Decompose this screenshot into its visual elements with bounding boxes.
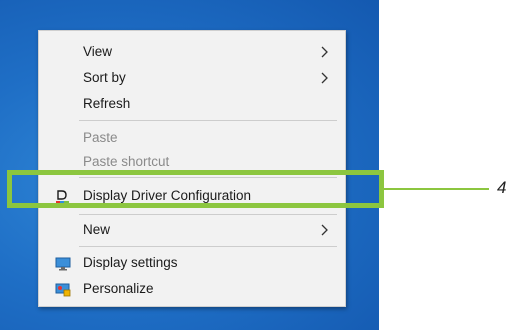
menu-separator (79, 246, 337, 247)
callout-leader-line (384, 188, 489, 190)
menu-item-display-settings-label: Display settings (83, 255, 178, 270)
menu-item-paste-label: Paste (83, 130, 118, 145)
chevron-right-icon (321, 65, 331, 91)
desktop-context-menu: View Sort by Refresh Paste Paste shortcu… (38, 30, 346, 307)
personalize-icon (55, 281, 71, 297)
menu-item-personalize[interactable]: Personalize (39, 276, 345, 302)
menu-separator (79, 120, 337, 121)
menu-item-view-label: View (83, 44, 113, 59)
chevron-right-icon (321, 39, 331, 65)
menu-item-new[interactable]: New (39, 217, 345, 243)
menu-separator (79, 214, 337, 215)
menu-item-display-settings[interactable]: Display settings (39, 250, 345, 276)
chevron-right-icon (321, 217, 331, 243)
menu-item-view[interactable]: View (39, 39, 345, 65)
menu-item-new-label: New (83, 222, 111, 237)
menu-item-refresh-label: Refresh (83, 96, 131, 111)
menu-item-refresh[interactable]: Refresh (39, 91, 345, 117)
menu-item-sort-by-label: Sort by (83, 70, 126, 85)
callout-number: 4 (497, 178, 507, 197)
callout-highlight-box (7, 170, 384, 208)
menu-item-sort-by[interactable]: Sort by (39, 65, 345, 91)
monitor-icon (55, 255, 71, 271)
menu-item-personalize-label: Personalize (83, 281, 154, 296)
menu-item-paste[interactable]: Paste (39, 125, 345, 151)
